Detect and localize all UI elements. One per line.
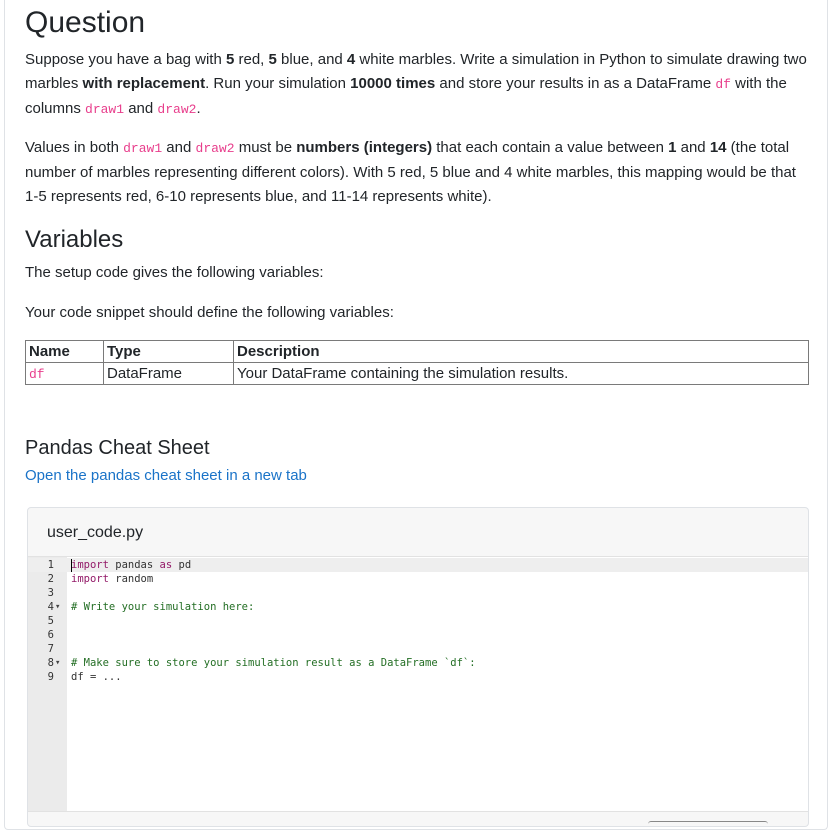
setup-variables-text: The setup code gives the following varia… (25, 264, 324, 281)
code-line[interactable]: 8 ▾ # Make sure to store your simulation r… (28, 656, 808, 670)
line-number: 7 (47, 643, 54, 655)
fold-toggle-icon[interactable]: ▾ (55, 656, 60, 670)
line-number: 3 (47, 587, 54, 599)
code-line[interactable]: 1 import pandas as pd (28, 558, 808, 572)
editor-filename: user_code.py (47, 524, 144, 541)
variables-heading: Variables (25, 226, 124, 253)
column-header-name: Name (25, 340, 104, 363)
code-text: # Write your simulation here: (71, 601, 255, 613)
line-number: 4 (47, 601, 54, 613)
code-line[interactable]: 4 ▾ # Write your simulation here: (28, 600, 808, 614)
line-number: 5 (47, 615, 54, 627)
code-line[interactable]: 6 (28, 628, 808, 642)
line-number: 2 (47, 573, 54, 585)
variable-type-cell: DataFrame (103, 362, 234, 385)
code-line[interactable]: 5 (28, 614, 808, 628)
line-number: 8 (47, 657, 54, 669)
define-variables-text: Your code snippet should define the foll… (25, 304, 394, 321)
code-text: df = ... (71, 671, 122, 683)
code-line[interactable]: 3 (28, 586, 808, 600)
line-number: 1 (47, 559, 54, 571)
cheat-sheet-heading: Pandas Cheat Sheet (25, 437, 210, 459)
variables-table: Name Type Description df DataFrame Your … (25, 340, 809, 385)
question-paragraph-2: Values in both draw1 and draw2 must be n… (25, 139, 796, 205)
code-text: import pandas as pd (71, 559, 192, 571)
code-editor[interactable]: 1 import pandas as pd 2 import random 3 4 ▾ # W… (28, 556, 808, 812)
editor-footer (28, 811, 808, 827)
fold-toggle-icon[interactable]: ▾ (55, 600, 60, 614)
code-line[interactable]: 2 import random (28, 572, 808, 586)
code-line[interactable]: 9 df = ... (28, 670, 808, 684)
line-number: 9 (47, 671, 54, 683)
text-cursor (71, 559, 72, 572)
column-header-description: Description (233, 340, 809, 363)
question-paragraph-1: Suppose you have a bag with 5 red, 5 blu… (25, 51, 807, 117)
table-header-row: Name Type Description (25, 340, 809, 363)
cheat-sheet-link[interactable]: Open the pandas cheat sheet in a new tab (25, 467, 307, 484)
line-number: 6 (47, 629, 54, 641)
variable-name-cell: df (25, 362, 104, 385)
code-text: import random (71, 573, 154, 585)
variable-name: df (29, 367, 45, 382)
code-line[interactable]: 7 (28, 642, 808, 656)
code-text: # Make sure to store your simulation res… (71, 657, 476, 669)
variable-description-cell: Your DataFrame containing the simulation… (233, 362, 809, 385)
column-header-type: Type (103, 340, 234, 363)
code-editor-card: user_code.py 1 import pandas as pd 2 import… (27, 507, 809, 827)
question-heading: Question (25, 6, 146, 39)
table-row: df DataFrame Your DataFrame containing t… (25, 362, 809, 385)
